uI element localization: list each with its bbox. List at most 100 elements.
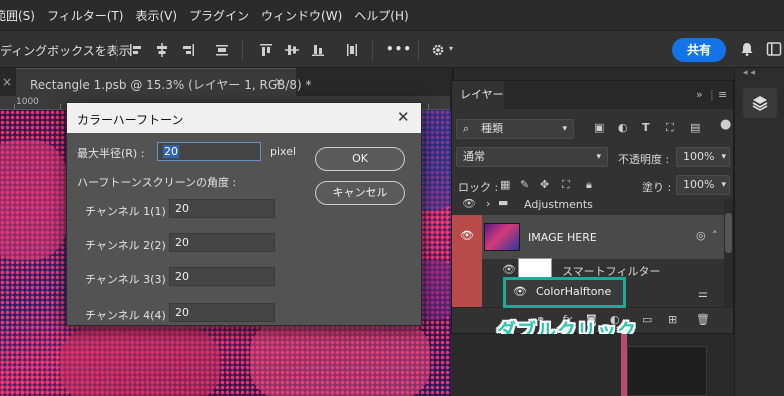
sidebar-layout-icon[interactable]: [766, 41, 782, 57]
collapse-icon[interactable]: ◂ ◂: [743, 68, 755, 78]
chevron-up-icon[interactable]: ˄: [712, 229, 718, 242]
chevron-down-icon: ▾: [721, 152, 726, 162]
color-halftone-filter-row[interactable]: 👁︎ ColorHalftone: [503, 277, 626, 308]
divider: [418, 39, 419, 61]
ruler-label: 1000: [16, 97, 39, 107]
opacity-value: 100%: [683, 150, 715, 163]
dialog-title: カラーハーフトーン: [77, 113, 184, 127]
folder-icon: ▬: [498, 199, 509, 209]
distribute-icon[interactable]: [214, 42, 230, 58]
layer-row-adjustments[interactable]: 👁︎ › ▬ Adjustments: [452, 199, 724, 215]
bell-icon[interactable]: [739, 41, 755, 57]
shape-filter-icon[interactable]: ⛶: [666, 121, 674, 135]
visibility-toggle[interactable]: 👁︎: [452, 215, 482, 259]
preview-area: [627, 346, 707, 396]
lock-paint-icon[interactable]: ✎: [520, 178, 529, 191]
gear-icon[interactable]: [430, 42, 446, 58]
align-bottom-icon[interactable]: [310, 42, 326, 58]
panel-dock-header: [454, 68, 734, 80]
chevron-down-icon[interactable]: ▾: [449, 44, 453, 53]
channel-3-input[interactable]: 20: [169, 267, 275, 286]
chevron-down-icon: ▾: [562, 124, 567, 134]
align-left-icon[interactable]: [128, 42, 144, 58]
close-icon[interactable]: ×: [2, 75, 12, 89]
eye-icon[interactable]: 👁︎: [502, 263, 516, 276]
new-layer-icon[interactable]: ⊞: [668, 313, 677, 326]
channel-1-input[interactable]: 20: [169, 199, 275, 218]
more-options-button[interactable]: •••: [386, 42, 412, 56]
opacity-input[interactable]: 100% ▾: [676, 147, 730, 167]
tab-layers[interactable]: レイヤー: [452, 81, 504, 109]
layers-stack-icon: [752, 96, 768, 111]
layer-filter-kind: 種類: [481, 122, 503, 135]
layer-name: Adjustments: [524, 199, 593, 211]
eye-icon[interactable]: 👁︎: [513, 285, 527, 298]
panel-menu-icon[interactable]: ≡: [718, 88, 727, 101]
right-dock: ◂ ◂: [734, 68, 784, 396]
channel-3-label: チャンネル 3(3) :: [85, 273, 173, 286]
menu-view[interactable]: 表示(V): [129, 7, 183, 24]
show-bounding-box-label[interactable]: ディングボックスを表示: [0, 42, 131, 59]
channel-1-label: チャンネル 1(1) :: [85, 205, 173, 218]
collapse-panel-icon[interactable]: »: [696, 88, 703, 101]
lock-all-icon[interactable]: 🔒︎: [586, 178, 592, 192]
document-tab[interactable]: Rectangle 1.psb @ 15.3% (レイヤー 1, RGB/8) …: [16, 68, 312, 96]
color-halftone-dialog: カラーハーフトーン ✕ 最大半径(R) : 20 pixel ハーフトーンスクリ…: [66, 102, 422, 326]
eye-icon: 👁︎: [460, 229, 474, 242]
align-horizontal-center-icon[interactable]: [154, 42, 170, 58]
dialog-titlebar[interactable]: カラーハーフトーン ✕: [67, 103, 421, 133]
layers-panel-toggle[interactable]: [743, 88, 777, 118]
menu-bar: 範囲(S) フィルター(T) 表示(V) プラグイン ウィンドウ(W) ヘルプ(…: [0, 0, 784, 30]
layer-list-scrollbar[interactable]: [724, 199, 733, 307]
image-filter-icon[interactable]: ▣: [594, 121, 604, 134]
new-group-icon[interactable]: ▭: [642, 313, 652, 326]
fill-input[interactable]: 100% ▾: [676, 175, 730, 195]
max-radius-value: 20: [163, 145, 179, 158]
channel-2-label: チャンネル 2(2) :: [85, 239, 173, 252]
cancel-button[interactable]: キャンセル: [315, 181, 405, 205]
adjustment-filter-icon[interactable]: ◐: [618, 121, 628, 134]
filter-blending-options-icon[interactable]: ⚌: [698, 287, 708, 300]
fill-value: 100%: [683, 178, 715, 191]
ok-button[interactable]: OK: [315, 147, 405, 171]
filter-name: ColorHalftone: [536, 285, 612, 298]
channel-2-input[interactable]: 20: [169, 233, 275, 252]
layer-thumbnail: [484, 223, 520, 251]
max-radius-label: 最大半径(R) :: [77, 147, 145, 160]
chevron-down-icon: ▾: [721, 180, 726, 190]
lock-label: ロック :: [458, 181, 499, 194]
close-icon[interactable]: ✕: [397, 108, 410, 126]
menu-select[interactable]: 範囲(S): [0, 7, 41, 24]
layer-filter-select[interactable]: 種類 ⌕ ▾: [456, 119, 574, 139]
menu-help[interactable]: ヘルプ(H): [348, 7, 414, 24]
divider: [372, 39, 373, 61]
align-right-icon[interactable]: [180, 42, 196, 58]
share-button[interactable]: 共有: [672, 38, 726, 62]
menu-window[interactable]: ウィンドウ(W): [255, 7, 348, 24]
document-tab-bar: × Rectangle 1.psb @ 15.3% (レイヤー 1, RGB/8…: [0, 68, 450, 96]
opacity-label: 不透明度 :: [618, 153, 670, 166]
layer-row-image-here[interactable]: 👁︎ IMAGE HERE ◎ ˄: [452, 215, 724, 259]
align-vertical-center-icon[interactable]: [284, 42, 300, 58]
document-tab-title: Rectangle 1.psb @ 15.3% (レイヤー 1, RGB/8) …: [30, 78, 312, 92]
align-top-icon[interactable]: [258, 42, 274, 58]
chevron-right-icon[interactable]: ›: [486, 199, 490, 210]
smart-object-icon: ◎: [696, 229, 706, 242]
max-radius-input[interactable]: 20: [157, 142, 261, 161]
chevron-down-icon: ▾: [596, 152, 601, 162]
menu-filter[interactable]: フィルター(T): [41, 7, 129, 24]
distribute-vertical-icon[interactable]: [344, 42, 360, 58]
filter-toggle-icon[interactable]: ●: [720, 117, 731, 132]
menu-plugins[interactable]: プラグイン: [183, 7, 255, 24]
eye-icon[interactable]: 👁︎: [462, 199, 476, 210]
smart-object-filter-icon[interactable]: ▤: [690, 121, 700, 134]
lower-panel-area: [451, 334, 734, 396]
channel-4-input[interactable]: 20: [169, 303, 275, 322]
trash-icon[interactable]: 🗑︎: [696, 313, 710, 326]
lock-transparent-icon[interactable]: ▦: [500, 178, 510, 191]
lock-artboard-icon[interactable]: ⛶: [562, 178, 570, 192]
blend-mode-select[interactable]: 通常 ▾: [456, 147, 608, 167]
type-filter-icon[interactable]: T: [642, 121, 650, 134]
lock-position-icon[interactable]: ✥: [540, 178, 549, 191]
close-icon[interactable]: ×: [274, 75, 284, 89]
